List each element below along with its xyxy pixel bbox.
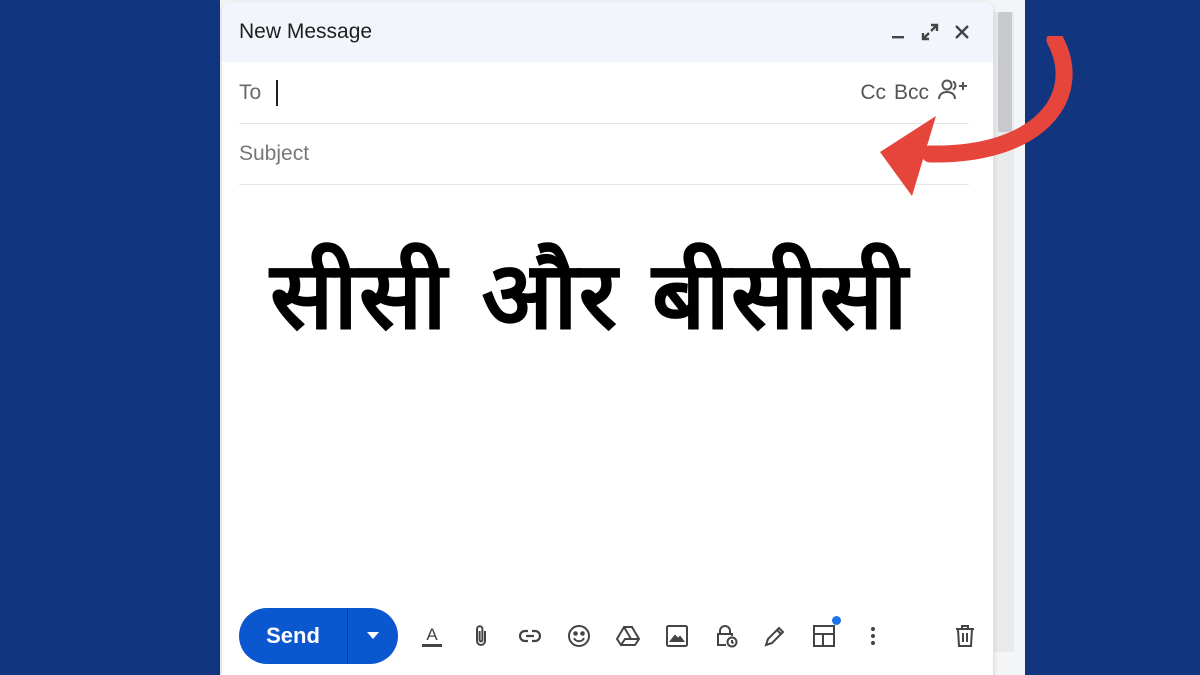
to-field-row: To Cc Bcc bbox=[239, 63, 969, 124]
send-button-group: Send bbox=[239, 608, 398, 664]
link-icon[interactable] bbox=[516, 622, 544, 650]
red-arrow-annotation bbox=[880, 36, 1073, 196]
send-button[interactable]: Send bbox=[239, 608, 348, 664]
toolbar-tools: A bbox=[418, 616, 887, 650]
notification-dot bbox=[832, 616, 841, 625]
layout-icon[interactable] bbox=[810, 616, 841, 650]
emoji-icon[interactable] bbox=[565, 622, 593, 650]
pen-icon[interactable] bbox=[761, 622, 789, 650]
to-label: To bbox=[239, 81, 262, 104]
lock-clock-icon[interactable] bbox=[712, 622, 740, 650]
image-icon[interactable] bbox=[663, 622, 691, 650]
to-input[interactable] bbox=[278, 81, 699, 105]
subject-input[interactable] bbox=[239, 142, 939, 166]
body-heading: सीसी और बीसीसी bbox=[270, 242, 909, 351]
message-body[interactable]: सीसी और बीसीसी bbox=[222, 186, 993, 601]
paperclip-icon[interactable] bbox=[467, 622, 495, 650]
subject-field-row bbox=[239, 124, 969, 185]
more-vert-icon[interactable] bbox=[859, 622, 887, 650]
compose-title: New Message bbox=[239, 20, 373, 43]
chevron-down-icon bbox=[366, 627, 380, 645]
compose-toolbar: Send A bbox=[239, 608, 979, 664]
text-format-icon[interactable]: A bbox=[418, 622, 446, 650]
trash-icon[interactable] bbox=[951, 622, 979, 650]
text-format-glyph: A bbox=[426, 625, 438, 644]
send-options-button[interactable] bbox=[348, 608, 398, 664]
drive-icon[interactable] bbox=[614, 622, 642, 650]
